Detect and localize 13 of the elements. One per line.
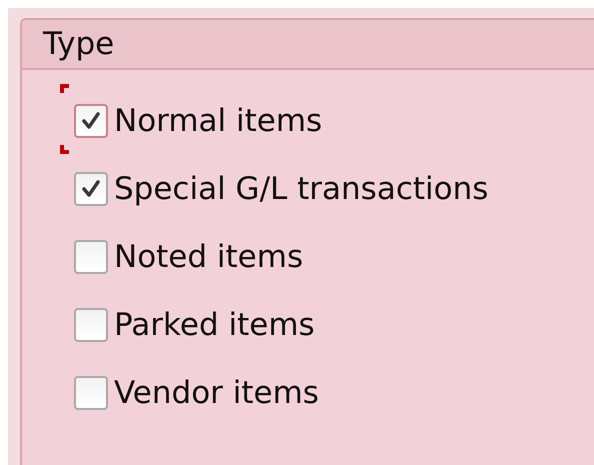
checkbox-label[interactable]: Parked items	[114, 306, 315, 344]
checkbox-label[interactable]: Normal items	[114, 102, 322, 140]
checkbox-label[interactable]: Noted items	[114, 238, 304, 276]
group-title: Type	[43, 26, 114, 62]
checkmark-icon	[80, 110, 102, 132]
checkbox-label[interactable]: Special G/L transactions	[114, 170, 488, 208]
checkmark-icon	[80, 178, 102, 200]
checkbox[interactable]	[74, 172, 108, 206]
checkbox[interactable]	[74, 308, 108, 342]
checkbox[interactable]	[74, 376, 108, 410]
checkbox[interactable]	[74, 104, 108, 138]
checkbox-label[interactable]: Vendor items	[114, 374, 319, 412]
checkbox[interactable]	[74, 240, 108, 274]
